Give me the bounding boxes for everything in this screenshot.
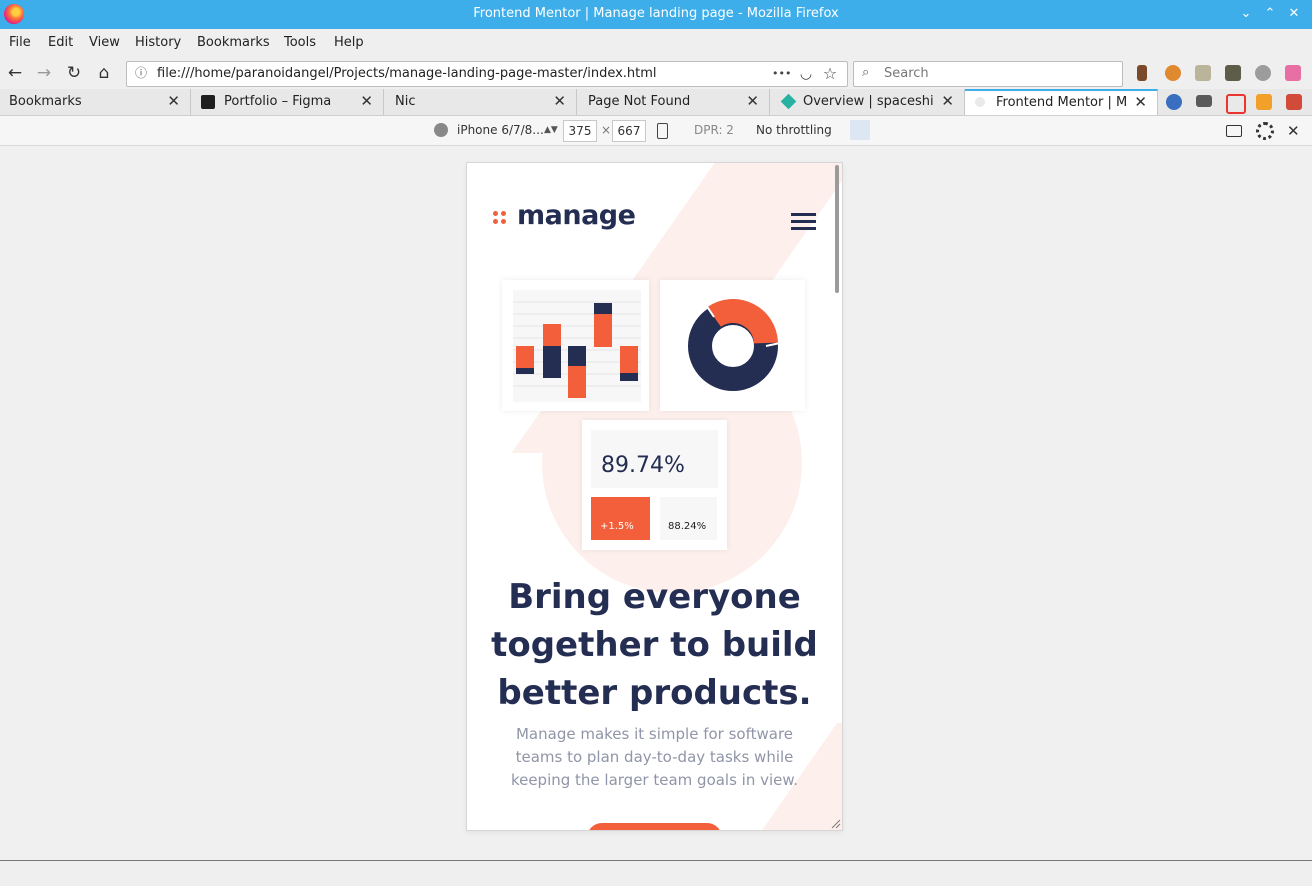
menu-view[interactable]: View: [89, 35, 120, 50]
hero-headline: Bring everyone together to build better …: [467, 573, 842, 717]
tab-portfolio-figma[interactable]: Portfolio – Figma ✕: [191, 89, 384, 115]
menu-edit[interactable]: Edit: [48, 35, 73, 50]
headline-line: better products.: [497, 673, 812, 713]
get-started-button[interactable]: [587, 823, 722, 830]
tab-bookmarks[interactable]: Bookmarks ✕: [0, 89, 191, 115]
reload-button[interactable]: ↻: [63, 62, 85, 84]
device-select[interactable]: iPhone 6/7/8...: [457, 123, 544, 137]
subtext-line: teams to plan day-to-day tasks while: [515, 748, 794, 766]
close-window-button[interactable]: ✕: [1285, 5, 1303, 23]
page-actions-icon[interactable]: •••: [772, 64, 791, 84]
search-icon: ⌕: [862, 65, 870, 80]
menu-file[interactable]: File: [9, 35, 31, 50]
extension-pen-icon[interactable]: [1225, 65, 1241, 81]
stat-main: 89.74%: [601, 453, 685, 478]
viewport-width-input[interactable]: 375: [563, 120, 597, 142]
rotate-device-icon[interactable]: [657, 123, 668, 139]
tab-label: Bookmarks: [9, 94, 82, 109]
tab-close-icon[interactable]: ✕: [941, 92, 954, 110]
tab-label: Page Not Found: [588, 94, 691, 109]
tab-label: Portfolio – Figma: [224, 94, 332, 109]
apps-icon[interactable]: [1226, 94, 1246, 114]
info-icon[interactable]: ⓘ: [133, 64, 149, 82]
search-placeholder: Search: [884, 66, 929, 81]
logo-mark-icon: [493, 211, 507, 225]
menu-bar: File Edit View History Bookmarks Tools H…: [0, 29, 1312, 57]
touch-simulation-icon[interactable]: [850, 120, 870, 140]
extension-pink-icon[interactable]: [1285, 65, 1301, 81]
bar-chart-card: [502, 280, 649, 411]
minimize-button[interactable]: ⌄: [1237, 5, 1255, 23]
tab-overview-spaceship[interactable]: Overview | spaceship ✕: [770, 89, 965, 115]
tab-overflow-icon[interactable]: [1286, 94, 1302, 110]
window-title: Frontend Mentor | Manage landing page - …: [473, 6, 839, 21]
tab-close-icon[interactable]: ✕: [553, 92, 566, 110]
responsive-toolbar: iPhone 6/7/8... ▲▼ 375 × 667 DPR: 2 No t…: [0, 116, 1312, 146]
home-button[interactable]: ⌂: [93, 62, 115, 84]
device-compass-icon: [434, 123, 448, 137]
logo[interactable]: manage: [517, 200, 636, 231]
menu-history[interactable]: History: [135, 35, 181, 50]
notification-icon[interactable]: [1256, 94, 1272, 110]
times-sign: ×: [601, 123, 612, 137]
tab-strip: Bookmarks ✕ Portfolio – Figma ✕ Nic ✕ Pa…: [0, 89, 1312, 116]
tab-close-icon[interactable]: ✕: [167, 92, 180, 110]
bar-chart-illustration: [513, 290, 641, 402]
search-box[interactable]: ⌕ Search: [853, 61, 1123, 87]
stat-change-tile: +1.5%: [591, 497, 650, 540]
subtext-line: keeping the larger team goals in view.: [510, 771, 799, 789]
status-bar: [0, 860, 1312, 886]
menu-help[interactable]: Help: [334, 35, 364, 50]
tab-page-not-found[interactable]: Page Not Found ✕: [577, 89, 770, 115]
close-rdm-button[interactable]: ✕: [1287, 122, 1300, 140]
bookmarks-library-icon[interactable]: [1137, 65, 1147, 81]
forward-button[interactable]: →: [33, 62, 55, 84]
pocket-icon[interactable]: ◡: [797, 64, 815, 84]
dpr-select[interactable]: DPR: 2: [694, 123, 734, 137]
tab-close-icon[interactable]: ✕: [1134, 93, 1147, 111]
resize-handle-icon[interactable]: [831, 819, 841, 829]
subtext-line: Manage makes it simple for software: [515, 725, 794, 743]
tab-nic[interactable]: Nic ✕: [384, 89, 577, 115]
tab-label: Overview | spaceship: [803, 94, 933, 109]
url-text[interactable]: file:///home/paranoidangel/Projects/mana…: [157, 66, 657, 81]
tab-label: Nic: [395, 94, 416, 109]
screenshot-icon[interactable]: [1226, 125, 1242, 137]
spaceship-icon: [780, 93, 797, 110]
donut-chart-illustration: [688, 299, 781, 391]
menu-tools[interactable]: Tools: [284, 35, 316, 50]
tab-label: Frontend Mentor | Ma: [996, 95, 1128, 110]
frontend-mentor-icon: [975, 97, 985, 107]
window-titlebar: Frontend Mentor | Manage landing page - …: [0, 0, 1312, 29]
headline-line: together to build: [491, 625, 818, 665]
mail-icon[interactable]: [1196, 95, 1212, 107]
tab-frontend-mentor[interactable]: Frontend Mentor | Ma ✕: [965, 89, 1158, 115]
extension-books-icon[interactable]: [1195, 65, 1211, 81]
back-button[interactable]: ←: [4, 62, 26, 84]
headline-line: Bring everyone: [508, 577, 801, 617]
maximize-button[interactable]: ⌃: [1261, 5, 1279, 23]
extension-block-icon[interactable]: [1255, 65, 1271, 81]
bookmark-star-icon[interactable]: ☆: [821, 64, 839, 84]
stat-secondary: 88.24%: [668, 521, 707, 532]
globe-icon[interactable]: [1166, 94, 1182, 110]
page-scrollbar[interactable]: [835, 165, 839, 293]
hamburger-menu-icon[interactable]: [791, 213, 816, 230]
donut-chart-card: [660, 280, 805, 411]
hero-subtext: Manage makes it simple for software team…: [467, 723, 842, 792]
stat-secondary-tile: 88.24%: [660, 497, 717, 540]
device-viewport: manage 89.74% +1.5% 88.24% Bring everyon…: [467, 163, 842, 830]
extension-monkey-icon[interactable]: [1165, 65, 1181, 81]
figma-icon: [201, 95, 215, 109]
stat-change: +1.5%: [600, 521, 634, 532]
viewport-height-input[interactable]: 667: [612, 120, 646, 142]
menu-bookmarks[interactable]: Bookmarks: [197, 35, 270, 50]
navigation-toolbar: ← → ↻ ⌂ ⓘ file:///home/paranoidangel/Pro…: [0, 57, 1312, 89]
url-bar[interactable]: ⓘ file:///home/paranoidangel/Projects/ma…: [126, 61, 848, 87]
throttling-select[interactable]: No throttling: [756, 123, 832, 137]
settings-gear-icon[interactable]: [1256, 122, 1274, 140]
tab-close-icon[interactable]: ✕: [746, 92, 759, 110]
tab-close-icon[interactable]: ✕: [360, 92, 373, 110]
